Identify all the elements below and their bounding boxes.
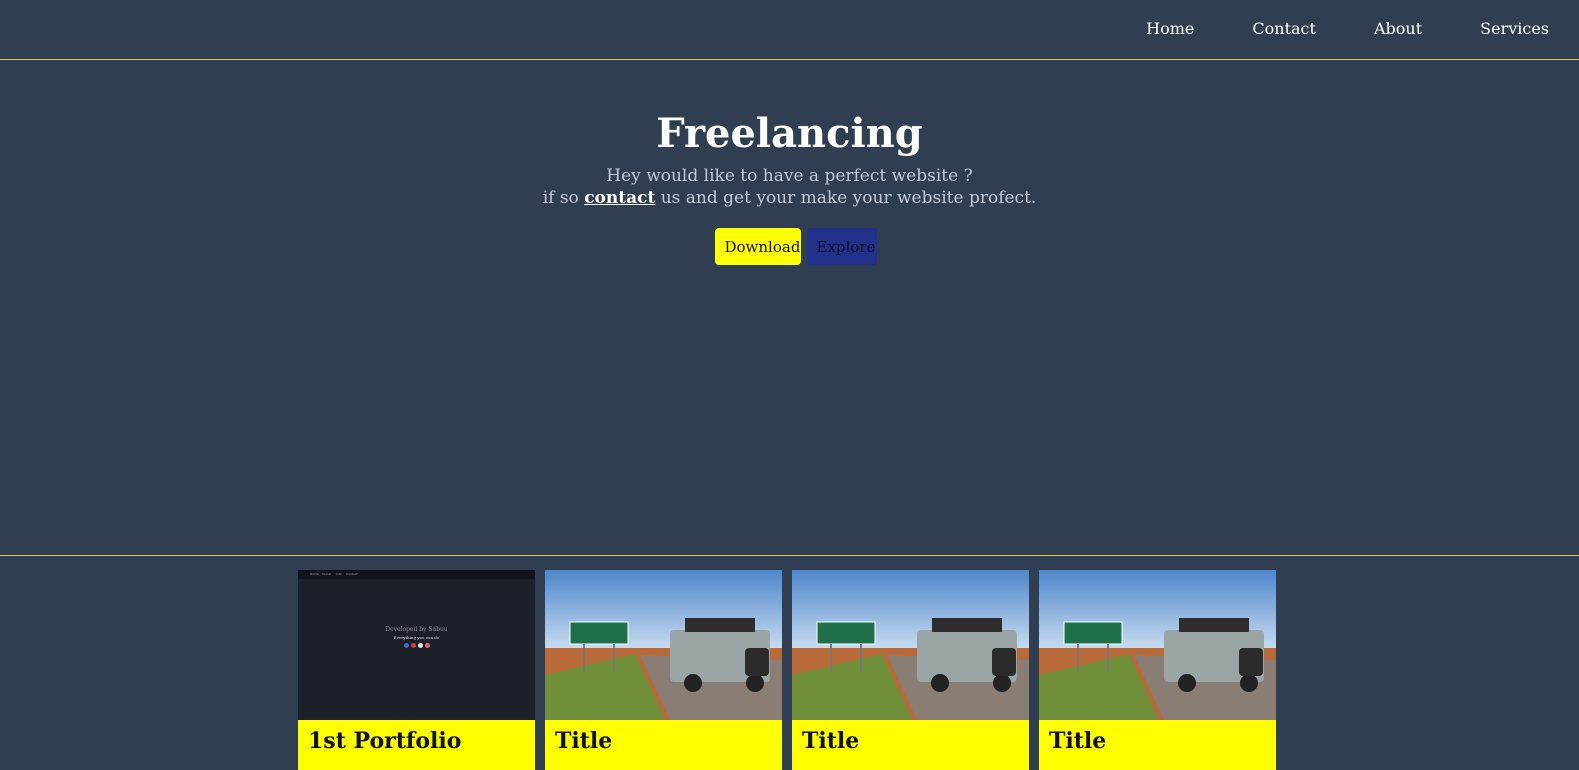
thumbnail-navbar: Home Social Info Contact (298, 570, 535, 579)
hero-line-2-after: us and get your make your website profec… (660, 188, 1037, 208)
thumbnail-content: Developed by Sabuu Everything you can do (298, 626, 535, 648)
thumbnail-social-icons (298, 643, 535, 648)
hero-section: Freelancing Hey would like to have a per… (0, 60, 1579, 555)
thumbnail-line-1: Developed by Sabuu (385, 626, 448, 633)
thumbnail-nav-item: Home (310, 572, 319, 576)
hero-line-2: if so contact us and get your make your … (0, 187, 1579, 209)
outback-car-photo (792, 570, 1029, 720)
portfolio-cards: Home Social Info Contact Developed by Sa… (298, 570, 1276, 770)
thumbnail-nav-item: Social (322, 572, 331, 576)
social-dot-icon (417, 643, 423, 648)
hero-title: Freelancing (656, 110, 923, 157)
hero-buttons: Download Explore (0, 228, 1579, 265)
thumbnail-nav-item: Info (336, 572, 342, 576)
social-dot-icon (410, 643, 416, 648)
nav-links: Home Contact About Services (1088, 19, 1549, 38)
thumbnail-nav-item: Contact (346, 572, 358, 576)
section-divider (0, 555, 1579, 556)
nav-about-link[interactable]: About (1374, 19, 1422, 38)
hero-subtitle: Hey would like to have a perfect website… (0, 165, 1579, 209)
download-button[interactable]: Download (714, 228, 801, 265)
card-title: Title (1049, 728, 1107, 754)
portfolio-card[interactable]: Title (545, 570, 782, 770)
hero-line-1: Hey would like to have a perfect website… (606, 166, 973, 186)
portfolio-card[interactable]: Title (1039, 570, 1276, 770)
hero-line-2-before: if so (542, 188, 579, 208)
nav-home-link[interactable]: Home (1146, 19, 1194, 38)
card-title: Title (802, 728, 860, 754)
portfolio-card[interactable]: Home Social Info Contact Developed by Sa… (298, 570, 535, 770)
nav-services-link[interactable]: Services (1480, 19, 1549, 38)
outback-car-photo (1039, 570, 1276, 720)
social-dot-icon (424, 643, 430, 648)
social-dot-icon (403, 643, 409, 648)
nav-contact-link[interactable]: Contact (1252, 19, 1316, 38)
portfolio-card[interactable]: Title (792, 570, 1029, 770)
top-navbar: Home Contact About Services (0, 0, 1579, 60)
card-title: Title (555, 728, 613, 754)
portfolio-screenshot-thumbnail: Home Social Info Contact Developed by Sa… (298, 570, 535, 720)
card-title: 1st Portfolio (308, 728, 462, 754)
outback-car-photo (545, 570, 782, 720)
contact-link[interactable]: contact (584, 188, 655, 208)
explore-button[interactable]: Explore (806, 228, 877, 265)
thumbnail-line-2: Everything you can do (393, 635, 440, 640)
